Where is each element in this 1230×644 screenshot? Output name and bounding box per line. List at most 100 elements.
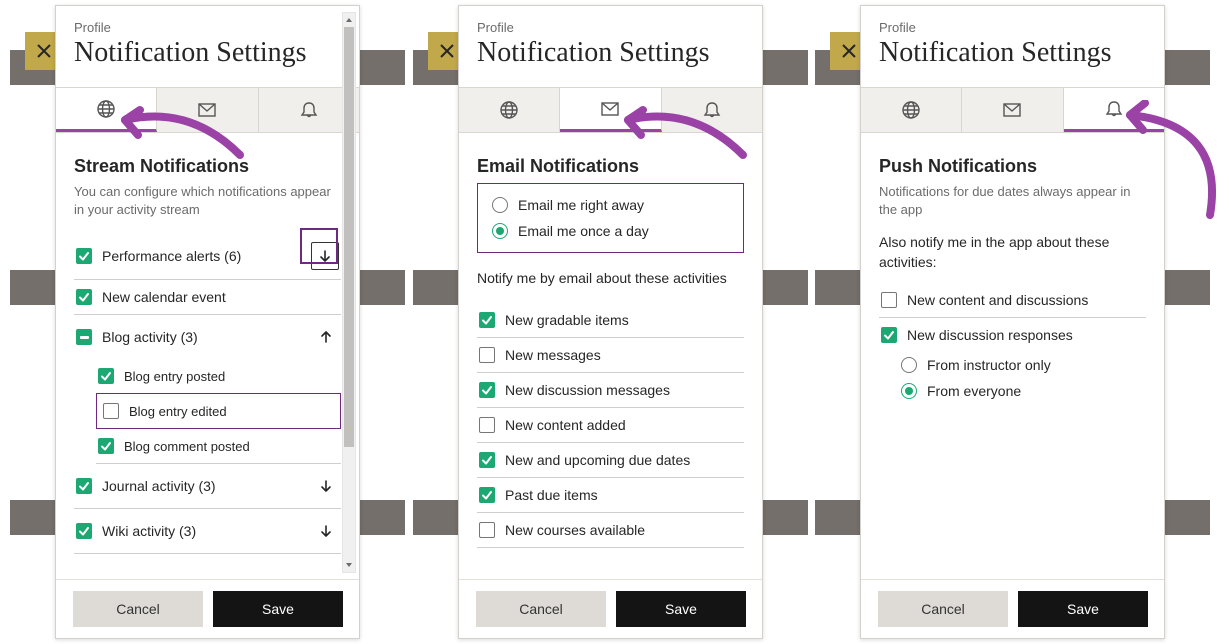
item-discussion: New discussion messages <box>477 373 744 408</box>
item-blog-edited: Blog entry edited <box>96 393 341 429</box>
dialog: Profile Notification Settings Stream Not… <box>55 5 360 639</box>
tab-stream[interactable] <box>861 88 962 132</box>
dialog: Profile Notification Settings Push Notif… <box>860 5 1165 639</box>
expand-down-icon[interactable] <box>313 473 339 499</box>
dialog: Profile Notification Settings Email Noti… <box>458 5 763 639</box>
checkbox-performance[interactable] <box>76 248 92 264</box>
breadcrumb: Profile <box>879 20 1146 35</box>
label: Blog entry posted <box>124 369 339 384</box>
section-subhead: Also notify me in the app about these ac… <box>879 233 1146 272</box>
breadcrumb: Profile <box>74 20 341 35</box>
label: Wiki activity (3) <box>102 523 313 539</box>
label: Past due items <box>505 487 742 503</box>
checkbox-wiki[interactable] <box>76 523 92 539</box>
checkbox-blog-comment[interactable] <box>98 438 114 454</box>
label: New and upcoming due dates <box>505 452 742 468</box>
collapse-up-icon[interactable] <box>313 324 339 350</box>
footer: Cancel Save <box>861 579 1164 638</box>
label: New messages <box>505 347 742 363</box>
expand-down-icon[interactable] <box>311 242 339 270</box>
item-calendar: New calendar event <box>74 280 341 315</box>
item-new-content: New content and discussions <box>879 283 1146 318</box>
checkbox[interactable] <box>479 417 495 433</box>
radio-icon[interactable] <box>492 223 508 239</box>
checkbox[interactable] <box>479 452 495 468</box>
checkbox-blog-edited[interactable] <box>103 403 119 419</box>
tab-bar <box>56 87 359 133</box>
item-responses: New discussion responses <box>879 318 1146 352</box>
item-past-due: Past due items <box>477 478 744 513</box>
label: Performance alerts (6) <box>102 248 311 264</box>
label: New content added <box>505 417 742 433</box>
tab-content-push: Push Notifications Notifications for due… <box>861 138 1164 578</box>
cancel-button[interactable]: Cancel <box>73 591 203 627</box>
label: New courses available <box>505 522 742 538</box>
footer: Cancel Save <box>459 579 762 638</box>
radio-instructor[interactable]: From instructor only <box>901 352 1146 378</box>
tab-bar <box>459 87 762 133</box>
save-button[interactable]: Save <box>616 591 746 627</box>
section-title: Email Notifications <box>477 156 744 177</box>
item-blog-posted: Blog entry posted <box>96 359 341 393</box>
radio-right-away[interactable]: Email me right away <box>492 192 729 218</box>
radio-everyone[interactable]: From everyone <box>901 378 1146 404</box>
page-title: Notification Settings <box>477 37 744 69</box>
tab-content-email: Email Notifications Email me right away … <box>459 138 762 578</box>
tab-email[interactable] <box>560 88 661 132</box>
checkbox[interactable] <box>479 382 495 398</box>
checkbox[interactable] <box>479 347 495 363</box>
checkbox[interactable] <box>479 487 495 503</box>
save-button[interactable]: Save <box>213 591 343 627</box>
item-gradable: New gradable items <box>477 303 744 338</box>
panel-stream: Profile Notification Settings Stream Not… <box>10 0 405 644</box>
save-button[interactable]: Save <box>1018 591 1148 627</box>
tab-stream[interactable] <box>56 88 157 132</box>
item-wiki: Wiki activity (3) <box>74 509 341 554</box>
tab-content-stream: Stream Notifications You can configure w… <box>56 138 359 578</box>
checkbox[interactable] <box>479 522 495 538</box>
checkbox[interactable] <box>881 327 897 343</box>
checkbox-calendar[interactable] <box>76 289 92 305</box>
tab-email[interactable] <box>962 88 1063 132</box>
page-title: Notification Settings <box>74 37 341 69</box>
checkbox-journal[interactable] <box>76 478 92 494</box>
label: From instructor only <box>927 357 1051 373</box>
page-title: Notification Settings <box>879 37 1146 69</box>
label: Blog comment posted <box>124 439 339 454</box>
tab-push[interactable] <box>662 88 762 132</box>
cancel-button[interactable]: Cancel <box>476 591 606 627</box>
checkbox-blog-posted[interactable] <box>98 368 114 384</box>
item-messages: New messages <box>477 338 744 373</box>
radio-icon[interactable] <box>901 383 917 399</box>
section-desc: You can configure which notifications ap… <box>74 183 341 219</box>
label: Journal activity (3) <box>102 478 313 494</box>
scroll-up-icon[interactable] <box>343 13 355 27</box>
label: Email me once a day <box>518 223 649 239</box>
item-courses: New courses available <box>477 513 744 548</box>
checkbox[interactable] <box>881 292 897 308</box>
cancel-button[interactable]: Cancel <box>878 591 1008 627</box>
section-title: Stream Notifications <box>74 156 341 177</box>
section-subhead: Notify me by email about these activitie… <box>477 269 744 289</box>
label: New calendar event <box>102 289 339 305</box>
item-performance: Performance alerts (6) <box>74 233 341 280</box>
expand-down-icon[interactable] <box>313 518 339 544</box>
tab-email[interactable] <box>157 88 258 132</box>
scroll-down-icon[interactable] <box>343 558 355 572</box>
tab-push[interactable] <box>1064 88 1164 132</box>
checkbox[interactable] <box>479 312 495 328</box>
radio-icon[interactable] <box>901 357 917 373</box>
label: New gradable items <box>505 312 742 328</box>
panel-push: Profile Notification Settings Push Notif… <box>815 0 1210 644</box>
radio-icon[interactable] <box>492 197 508 213</box>
panel-email: Profile Notification Settings Email Noti… <box>413 0 808 644</box>
scroll-thumb[interactable] <box>344 27 354 447</box>
tab-bar <box>861 87 1164 133</box>
item-journal: Journal activity (3) <box>74 464 341 509</box>
label: New discussion messages <box>505 382 742 398</box>
tab-stream[interactable] <box>459 88 560 132</box>
checkbox-blog[interactable] <box>76 329 92 345</box>
label: New discussion responses <box>907 327 1144 343</box>
radio-once-a-day[interactable]: Email me once a day <box>492 218 729 244</box>
scrollbar[interactable] <box>342 12 356 573</box>
